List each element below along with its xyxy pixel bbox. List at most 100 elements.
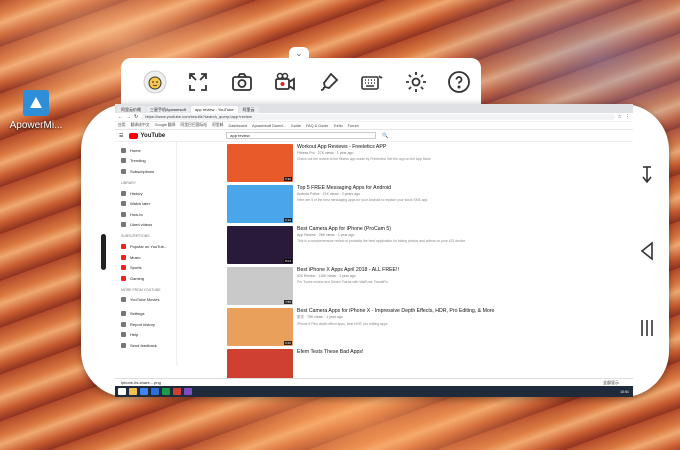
bookmark-item[interactable]: Dashboard — [228, 124, 247, 128]
video-description: Check out the review of the fitness app … — [297, 157, 431, 161]
youtube-logo[interactable]: YouTube — [129, 132, 165, 139]
sidebar-item-movies[interactable]: YouTube Movies — [115, 295, 176, 306]
recent-apps-button[interactable] — [635, 316, 659, 340]
bookmark-item[interactable]: FAQ & Guide — [306, 124, 328, 128]
video-result[interactable]: 8:04 Best Camera App for iPhone (ProCam … — [227, 226, 633, 267]
record-button[interactable] — [264, 62, 308, 102]
sidebar-item-music[interactable]: Music — [115, 252, 176, 263]
video-result[interactable]: 9:20 Best Camera Apps for iPhone X - Imp… — [227, 308, 633, 349]
sidebar-item-home[interactable]: Home — [115, 145, 176, 156]
bookmark-item[interactable]: 阿里巴巴国际站 — [180, 123, 207, 128]
youtube-header: ☰ YouTube app review 🔍 — [115, 130, 633, 142]
subscriptions-header: SUBSCRIPTIONS — [121, 234, 150, 239]
start-icon[interactable] — [118, 388, 126, 395]
sidebar-item-liked[interactable]: Liked videos — [115, 220, 176, 231]
sidebar-item-trending[interactable]: Trending — [115, 156, 176, 167]
chrome-icon[interactable] — [140, 388, 148, 395]
rotate-icon — [642, 166, 652, 184]
video-title[interactable]: Top 5 FREE Messaging Apps for Android — [297, 185, 512, 191]
help-button[interactable] — [438, 62, 482, 102]
browser-tab[interactable]: 三星手机Apowersoft — [146, 106, 191, 113]
sidebar-item-subscriptions[interactable]: Subscriptions — [115, 166, 176, 177]
windows-taskbar: 10:51 — [115, 386, 633, 397]
bookmark-item[interactable]: 翻译成中文 — [131, 123, 150, 128]
rotate-button[interactable] — [635, 164, 659, 188]
url-field[interactable]: https://www.youtube.com/results?search_q… — [141, 114, 615, 120]
youtube-play-icon — [129, 132, 139, 139]
camera-button[interactable] — [220, 62, 264, 102]
video-thumbnail[interactable]: 9:20 — [227, 308, 293, 346]
video-meta: iOS Review · 110K views · 1 year ago — [297, 274, 356, 278]
app-icon[interactable] — [173, 388, 181, 395]
menu-icon[interactable]: ⋮ — [625, 114, 630, 120]
bookmark-item[interactable]: 阿里邮 — [212, 123, 223, 128]
gear-icon — [405, 72, 426, 92]
channel-avatar-icon — [121, 265, 126, 271]
app-icon[interactable] — [151, 388, 159, 395]
phone-frame: 阿里云价格 三星手机Apowersoft app review - YouTub… — [81, 104, 669, 397]
download-bar: iphone-its-share....png 全部显示 — [115, 378, 633, 386]
clock-icon — [121, 201, 126, 207]
video-description: iPhone 8 Plus depth effect apps, best HD… — [297, 322, 388, 326]
video-title[interactable]: Best iPhone X Apps April 2018 - ALL FREE… — [297, 267, 512, 273]
desktop-icon-label: ApowerMi... — [9, 120, 63, 131]
apowermirror-app-icon — [23, 90, 49, 116]
sidebar-item-report-history[interactable]: Report history — [115, 319, 176, 330]
brush-icon — [320, 72, 339, 91]
mirrored-screen: 阿里云价格 三星手机Apowersoft app review - YouTub… — [115, 104, 633, 397]
video-title[interactable]: Best Camera Apps for iPhone X - Impressi… — [297, 308, 512, 314]
sidebar-item-sports[interactable]: Sports — [115, 262, 176, 273]
apowermirror-desktop-icon[interactable]: ApowerMi... — [6, 90, 66, 131]
video-result[interactable]: 7:55 Best iPhone X Apps April 2018 - ALL… — [227, 267, 633, 308]
reload-icon[interactable]: ↻ — [134, 114, 138, 120]
fullscreen-button[interactable] — [177, 62, 221, 102]
folder-icon[interactable] — [129, 388, 137, 395]
video-title[interactable]: Workout App Reviews - Freeletics APP — [297, 144, 512, 150]
sidebar-item-history[interactable]: History — [115, 188, 176, 199]
hamburger-menu-icon[interactable]: ☰ — [119, 133, 123, 139]
bookmark-item[interactable]: Apowersoft Downl... — [252, 124, 286, 128]
video-thumbnail[interactable]: 8:04 — [227, 226, 293, 264]
sidebar-item-popular[interactable]: Popular on YouTub... — [115, 241, 176, 252]
app-icon[interactable] — [162, 388, 170, 395]
video-thumbnail[interactable]: 7:55 — [227, 267, 293, 305]
forward-arrow-icon[interactable]: → — [126, 114, 131, 120]
phone-side-button — [101, 234, 106, 270]
collapse-toolbar-button[interactable]: ⌄ — [289, 47, 309, 59]
browser-tab[interactable]: 阿里云 — [238, 106, 259, 113]
video-title[interactable]: Efem Tests These Bad Apps! — [297, 349, 512, 355]
back-button[interactable] — [635, 239, 659, 263]
download-file[interactable]: iphone-its-share....png — [121, 380, 161, 385]
star-icon[interactable]: ☆ — [618, 114, 622, 120]
sidebar-item-help[interactable]: Help — [115, 329, 176, 340]
browser-tab[interactable]: 阿里云价格 — [117, 106, 145, 113]
bookmark-item[interactable]: Google 翻译 — [155, 123, 176, 128]
video-result[interactable]: 6:12 Top 5 FREE Messaging Apps for Andro… — [227, 185, 633, 226]
playlist-icon — [121, 211, 126, 217]
search-icon[interactable]: 🔍 — [382, 133, 388, 139]
sidebar-item-how-to[interactable]: How-to — [115, 209, 176, 220]
settings-button[interactable] — [394, 62, 438, 102]
video-result[interactable]: 5:30 Workout App Reviews - Freeletics AP… — [227, 144, 633, 185]
bookmark-item[interactable]: 应用 — [118, 123, 126, 128]
bookmarks-bar: 应用 翻译成中文 Google 翻译 阿里巴巴国际站 阿里邮 Dashboard… — [115, 122, 633, 130]
bookmark-item[interactable]: Trello — [333, 124, 342, 128]
show-all-downloads-button[interactable]: 全部显示 — [603, 380, 619, 386]
sidebar-item-feedback[interactable]: Send feedback — [115, 340, 176, 351]
bookmark-item[interactable]: Guide — [291, 124, 301, 128]
bookmark-item[interactable]: Forum — [348, 124, 359, 128]
screenshot-mode-button[interactable] — [133, 62, 177, 102]
keyboard-button[interactable] — [351, 62, 395, 102]
youtube-search-input[interactable]: app review — [226, 132, 377, 139]
browser-tab-active[interactable]: app review - YouTube — [191, 106, 238, 113]
app-icon[interactable] — [184, 388, 192, 395]
video-thumbnail[interactable]: 5:30 — [227, 144, 293, 182]
back-arrow-icon[interactable]: ← — [118, 114, 123, 120]
video-thumbnail[interactable]: 6:12 — [227, 185, 293, 223]
sidebar-item-watch-later[interactable]: Watch later — [115, 198, 176, 209]
sidebar-item-gaming[interactable]: Gaming — [115, 273, 176, 284]
video-title[interactable]: Best Camera App for iPhone (ProCam 5) — [297, 226, 512, 232]
sidebar-item-settings[interactable]: Settings — [115, 308, 176, 319]
video-duration: 8:04 — [284, 259, 292, 263]
whiteboard-button[interactable] — [307, 62, 351, 102]
